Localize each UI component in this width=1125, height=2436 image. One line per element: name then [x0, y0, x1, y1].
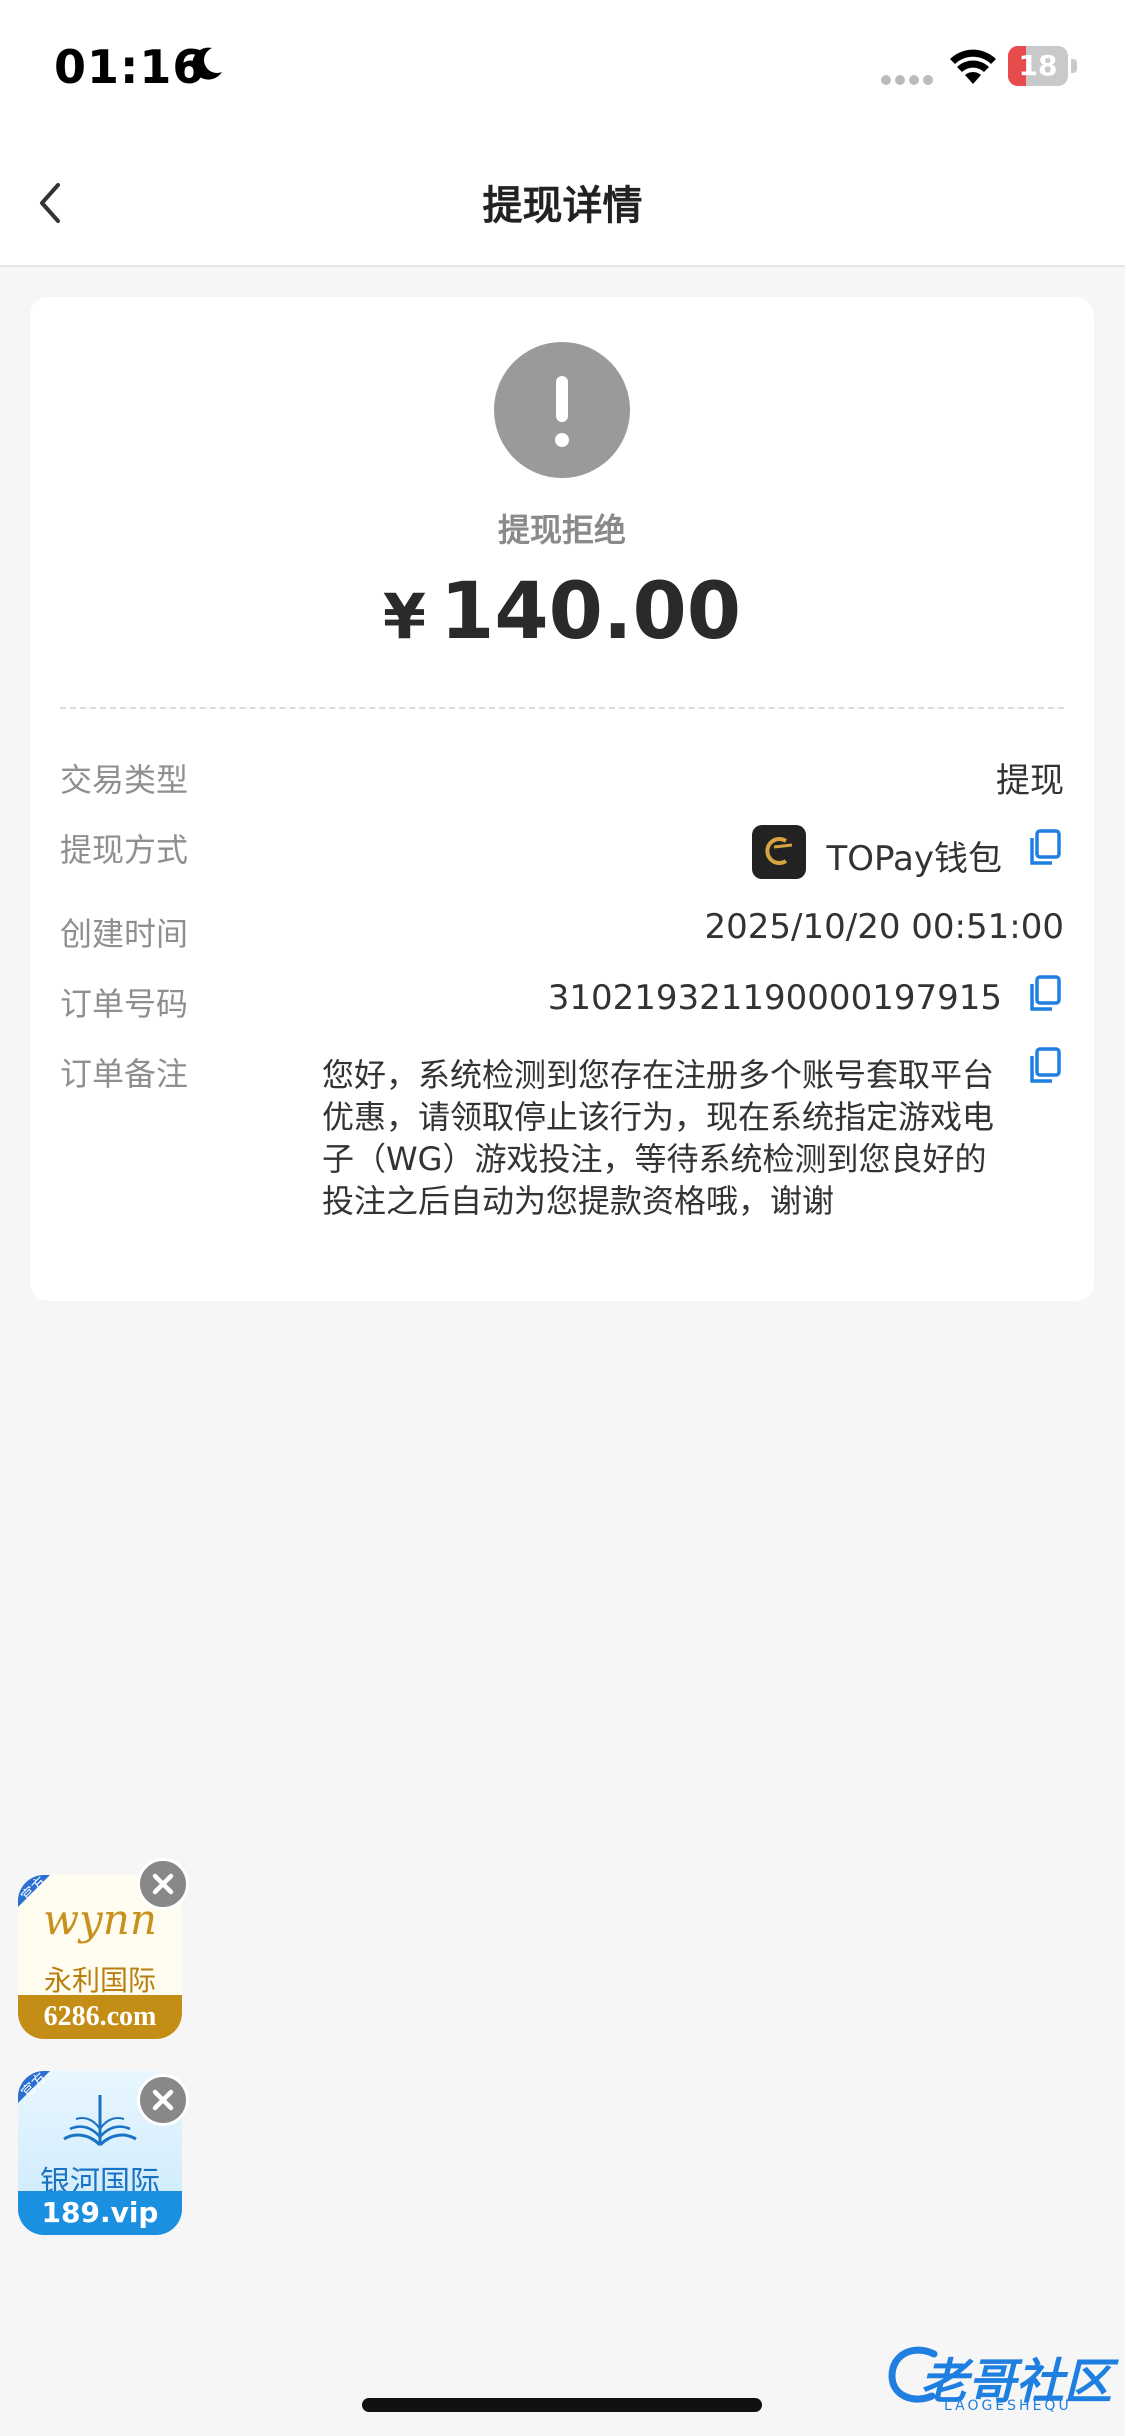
created-label: 创建时间 — [60, 915, 189, 953]
nav-bar: 提现详情 — [0, 135, 1125, 267]
moon-icon — [192, 47, 222, 80]
page-title: 提现详情 — [482, 183, 643, 229]
ad-close-button[interactable] — [137, 2074, 189, 2126]
type-value: 提现 — [996, 761, 1064, 801]
battery-icon: 18 — [1008, 46, 1078, 86]
ad-site: 189.vip — [41, 2196, 159, 2229]
official-ribbon: 官方 — [18, 2071, 50, 2103]
official-ribbon: 官方 — [18, 1875, 50, 1907]
type-label: 交易类型 — [60, 761, 189, 799]
topay-logo-icon — [752, 825, 806, 879]
status-text: 提现拒绝 — [497, 511, 626, 549]
method-label: 提现方式 — [60, 831, 189, 869]
home-indicator — [362, 2398, 762, 2412]
currency-symbol: ¥ — [382, 580, 427, 653]
copy-icon[interactable] — [1028, 829, 1062, 867]
remark-value: 您好，系统检测到您存在注册多个账号套取平台优惠，请领取停止该行为，现在系统指定游… — [322, 1056, 995, 1220]
remark-label: 订单备注 — [60, 1055, 189, 1093]
method-value: TOPay钱包 — [826, 839, 1002, 879]
dashed-divider — [60, 707, 1064, 709]
order-label: 订单号码 — [60, 985, 189, 1023]
ad-close-button[interactable] — [137, 1858, 189, 1910]
watermark-subtext: LAOGESHEQU — [944, 2398, 1072, 2414]
copy-icon[interactable] — [1028, 975, 1062, 1013]
signal-dots-icon — [881, 75, 933, 85]
amount-value: 140.00 — [440, 567, 742, 657]
status-bar: 01:16 18 — [0, 0, 1125, 135]
order-value: 310219321190000197915 — [547, 978, 1002, 1018]
status-time: 01:16 — [54, 40, 206, 94]
wifi-icon — [950, 49, 996, 84]
amount: ¥140.00 — [30, 567, 1094, 657]
copy-icon[interactable] — [1028, 1047, 1062, 1085]
exclamation-icon — [494, 342, 630, 478]
ad-name: 永利国际 — [43, 1964, 156, 1997]
ad-site: 6286.com — [43, 2001, 157, 2032]
created-value: 2025/10/20 00:51:00 — [704, 907, 1064, 947]
withdrawal-detail-card: 提现拒绝 ¥140.00 交易类型 提现 提现方式 TOPay钱包 创建时间 2… — [30, 297, 1094, 1301]
battery-level: 18 — [1018, 49, 1058, 82]
